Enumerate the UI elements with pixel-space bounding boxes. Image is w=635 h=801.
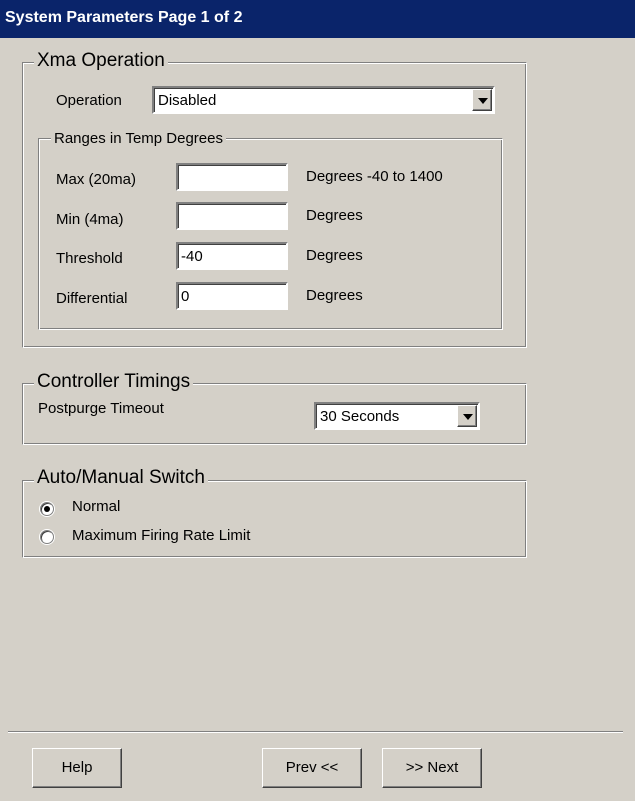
bottom-separator — [8, 731, 623, 733]
chevron-down-icon — [478, 98, 488, 104]
window-title: System Parameters Page 1 of 2 — [5, 9, 243, 26]
prev-button[interactable]: Prev << — [262, 748, 362, 788]
radio-normal-button[interactable] — [40, 502, 54, 516]
operation-label: Operation — [56, 92, 122, 109]
differential-units-label: Degrees — [306, 287, 363, 304]
differential-field[interactable] — [176, 282, 288, 310]
postpurge-dropdown-button[interactable] — [457, 405, 477, 427]
xma-operation-group-label: Xma Operation — [34, 50, 168, 72]
max-label: Max (20ma) — [56, 171, 137, 188]
operation-select-value: Disabled — [158, 92, 217, 109]
min-label: Min (4ma) — [56, 211, 124, 228]
radio-max-firing-rate-button[interactable] — [40, 530, 54, 544]
max-input[interactable] — [178, 165, 286, 189]
threshold-input[interactable] — [178, 244, 286, 268]
ranges-group-label: Ranges in Temp Degrees — [51, 130, 226, 147]
operation-select[interactable]: Disabled — [152, 86, 495, 114]
help-button[interactable]: Help — [32, 748, 122, 788]
differential-label: Differential — [56, 290, 128, 307]
next-button[interactable]: >> Next — [382, 748, 482, 788]
min-input[interactable] — [178, 204, 286, 228]
auto-manual-group — [22, 480, 527, 558]
max-field[interactable] — [176, 163, 288, 191]
controller-timings-group-label: Controller Timings — [34, 371, 194, 393]
radio-normal-label[interactable]: Normal — [72, 498, 120, 515]
differential-input[interactable] — [178, 284, 286, 308]
threshold-field[interactable] — [176, 242, 288, 270]
title-bar: System Parameters Page 1 of 2 — [0, 0, 635, 38]
radio-selected-dot — [44, 506, 50, 512]
auto-manual-group-label: Auto/Manual Switch — [34, 467, 208, 489]
threshold-label: Threshold — [56, 250, 123, 267]
postpurge-label: Postpurge Timeout — [38, 400, 164, 417]
max-units-label: Degrees -40 to 1400 — [306, 168, 443, 185]
operation-dropdown-button[interactable] — [472, 89, 492, 111]
chevron-down-icon — [463, 414, 473, 420]
min-field[interactable] — [176, 202, 288, 230]
threshold-units-label: Degrees — [306, 247, 363, 264]
min-units-label: Degrees — [306, 207, 363, 224]
radio-max-firing-rate-label[interactable]: Maximum Firing Rate Limit — [72, 527, 250, 544]
postpurge-select[interactable]: 30 Seconds — [314, 402, 480, 430]
postpurge-select-value: 30 Seconds — [320, 408, 400, 425]
